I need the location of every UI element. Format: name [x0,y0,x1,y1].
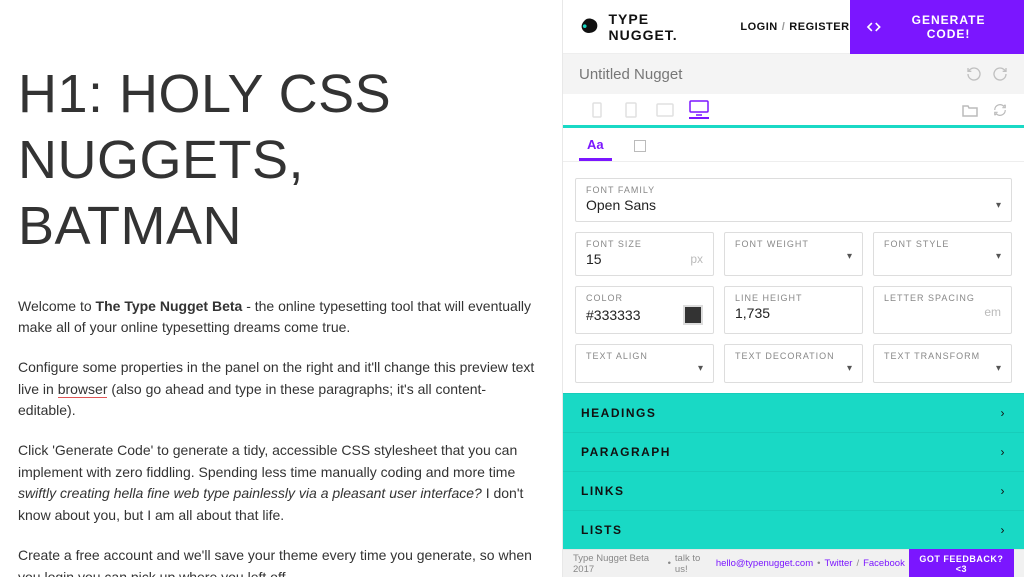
field-font-family[interactable]: FONT FAMILY Open Sans ▾ [575,178,1012,222]
field-letter-spacing[interactable]: LETTER SPACING em [873,286,1012,334]
device-tablet-landscape-icon[interactable] [655,101,675,119]
device-selector-row [563,94,1024,128]
top-bar: TYPE NUGGET. LOGIN / REGISTER GENERATE C… [563,0,1024,54]
device-phone-icon[interactable] [587,101,607,119]
style-tab-row: Aa [563,128,1024,162]
chevron-right-icon: › [1001,406,1007,420]
label: LETTER SPACING [884,293,1001,303]
text: you can pick up where you left off. [74,569,289,577]
nugget-title[interactable]: Untitled Nugget [579,66,682,83]
logo[interactable]: TYPE NUGGET. [579,11,720,43]
preview-paragraph-configure[interactable]: Configure some properties in the panel o… [18,357,540,422]
label: FONT SIZE [586,239,703,249]
chevron-right-icon: › [1001,484,1007,498]
chevron-down-icon: ▾ [996,363,1001,374]
field-text-transform[interactable]: TEXT TRANSFORM ▾ [873,344,1012,383]
label: TEXT TRANSFORM [884,351,1001,361]
generate-code-button[interactable]: GENERATE CODE! [850,0,1024,54]
field-text-decoration[interactable]: TEXT DECORATION ▾ [724,344,863,383]
font-folder-icon[interactable] [962,102,978,118]
field-color[interactable]: COLOR #333333 [575,286,714,334]
preview-pane: H1: HOLY CSS NUGGETS, BATMAN Welcome to … [0,0,562,577]
label: LINKS [581,484,625,498]
register-link[interactable]: REGISTER [789,21,849,33]
accordion-lists[interactable]: LISTS › [563,510,1024,549]
preview-paragraph-generate[interactable]: Click 'Generate Code' to generate a tidy… [18,440,540,527]
field-line-height[interactable]: LINE HEIGHT 1,735 [724,286,863,334]
logo-text: TYPE NUGGET. [608,11,720,43]
field-font-size[interactable]: FONT SIZE 15 px [575,232,714,276]
tab-box[interactable] [626,134,654,161]
chevron-right-icon: › [1001,523,1007,537]
generate-label: GENERATE CODE! [889,13,1008,41]
chevron-down-icon: ▾ [996,200,1001,211]
unit: em [984,305,1001,319]
undo-icon[interactable] [966,66,982,82]
control-pane: TYPE NUGGET. LOGIN / REGISTER GENERATE C… [562,0,1024,577]
chevron-down-icon: ▾ [698,363,703,374]
preview-paragraph-account[interactable]: Create a free account and we'll save you… [18,545,540,577]
text: Click 'Generate Code' to generate a tidy… [18,442,517,480]
label: LINE HEIGHT [735,293,852,303]
refresh-icon[interactable] [992,102,1008,118]
label: PARAGRAPH [581,445,671,459]
footer-bar: Type Nugget Beta 2017 • talk to us! hell… [563,549,1024,577]
code-icon [866,19,882,35]
label: FONT STYLE [884,239,1001,249]
accordion-links[interactable]: LINKS › [563,471,1024,510]
footer-text: Type Nugget Beta 2017 [573,553,664,575]
field-text-align[interactable]: TEXT ALIGN ▾ [575,344,714,383]
accordion-paragraph[interactable]: PARAGRAPH › [563,432,1024,471]
chevron-down-icon: ▾ [996,251,1001,262]
tab-typography[interactable]: Aa [579,131,612,161]
slash: / [782,21,786,33]
footer-facebook-link[interactable]: Facebook [863,558,905,569]
feedback-button[interactable]: GOT FEEDBACK? <3 [909,549,1014,577]
chevron-down-icon: ▾ [847,251,852,262]
chevron-down-icon: ▾ [847,363,852,374]
footer-email-link[interactable]: hello@typenugget.com [716,558,813,569]
unit: px [690,252,703,266]
label: FONT FAMILY [586,185,1001,195]
spellcheck-underline: login [44,569,74,577]
redo-icon[interactable] [992,66,1008,82]
value: Open Sans [586,197,656,213]
footer-twitter-link[interactable]: Twitter [824,558,852,569]
controls-body: FONT FAMILY Open Sans ▾ FONT SIZE 15 px … [563,162,1024,393]
text: Welcome to [18,298,96,314]
label: HEADINGS [581,406,656,420]
label: TEXT ALIGN [586,351,703,361]
accordion-headings[interactable]: HEADINGS › [563,393,1024,432]
field-font-weight[interactable]: FONT WEIGHT ▾ [724,232,863,276]
preview-paragraph-welcome[interactable]: Welcome to The Type Nugget Beta - the on… [18,296,540,339]
slash: / [856,558,859,569]
footer-text: talk to us! [675,553,712,575]
value: 15 [586,251,602,267]
label: TEXT DECORATION [735,351,852,361]
logo-icon [579,17,600,37]
login-link[interactable]: LOGIN [740,21,777,33]
label: FONT WEIGHT [735,239,852,249]
label: COLOR [586,293,703,303]
preview-heading-1[interactable]: H1: HOLY CSS NUGGETS, BATMAN [18,62,540,260]
label: LISTS [581,523,623,537]
value: 1,735 [735,305,770,321]
box-icon [634,140,646,152]
color-swatch[interactable] [683,305,703,325]
device-tablet-portrait-icon[interactable] [621,101,641,119]
text-italic: swiftly creating hella fine web type pai… [18,485,482,501]
nugget-title-bar: Untitled Nugget [563,54,1024,94]
text-bold: The Type Nugget Beta [96,298,243,314]
login-register: LOGIN / REGISTER [740,21,849,33]
field-font-style[interactable]: FONT STYLE ▾ [873,232,1012,276]
chevron-right-icon: › [1001,445,1007,459]
device-desktop-icon[interactable] [689,101,709,119]
dot: • [817,558,820,569]
value: #333333 [586,307,641,323]
section-accordion: HEADINGS › PARAGRAPH › LINKS › LISTS › [563,393,1024,549]
dot: • [668,558,671,569]
spellcheck-underline: browser [58,381,108,398]
